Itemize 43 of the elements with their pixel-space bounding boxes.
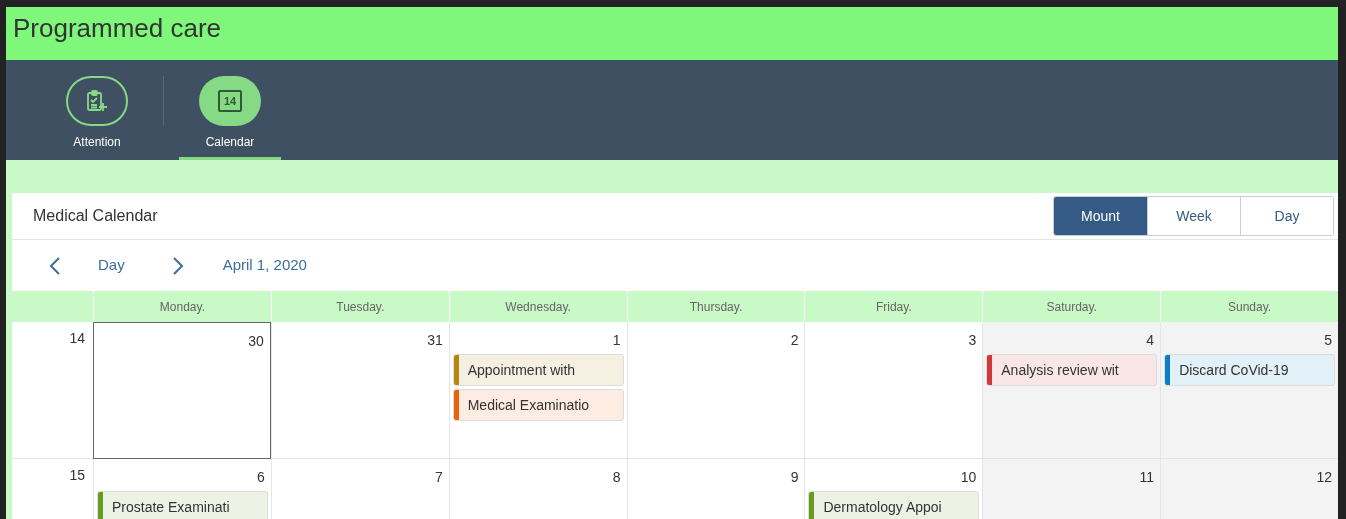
day-number: 5 <box>1324 331 1333 350</box>
day-cell[interactable]: 11 <box>982 459 1161 519</box>
weekday-header: Sunday. <box>1160 291 1338 322</box>
date-link[interactable]: April 1, 2020 <box>222 254 307 277</box>
day-number: 6 <box>257 468 266 487</box>
day-number: 8 <box>612 468 622 487</box>
day-number: 1 <box>612 331 622 350</box>
day-number: 12 <box>1316 468 1333 487</box>
day-cell[interactable]: 5 Discard CoVid-19 <box>1160 322 1338 459</box>
day-cell[interactable]: 1 Appointment with Medical Examinatio <box>448 322 627 459</box>
app-title: Programmed care <box>13 12 222 45</box>
day-number: 11 <box>1139 468 1156 487</box>
weekday-header: Saturday. <box>982 291 1161 322</box>
next-icon[interactable] <box>170 256 185 275</box>
day-cell[interactable]: 12 <box>1160 459 1338 519</box>
day-number: 9 <box>790 468 800 487</box>
day-number: 2 <box>790 331 800 350</box>
weekday-header: Wednesday. <box>448 291 627 322</box>
nav-tab[interactable]: 14 Calendar <box>179 76 281 160</box>
weekday-header: Thursday. <box>626 291 805 322</box>
day-number: 7 <box>434 468 444 487</box>
view-mode-link[interactable]: Day <box>98 254 125 277</box>
previous-icon[interactable] <box>48 256 62 275</box>
calendar-icon: 14 <box>218 90 242 112</box>
nav-tab[interactable]: Attention <box>46 76 148 160</box>
day-number: 30 <box>248 332 265 351</box>
day-cell[interactable]: 4 Analysis review wit <box>982 322 1161 459</box>
day-cell[interactable]: 2 <box>626 322 805 459</box>
weekday-header: Tuesday. <box>270 291 449 322</box>
view-button[interactable]: Day <box>1240 197 1333 235</box>
weekday-header: Monday. <box>93 291 271 322</box>
day-number: 10 <box>960 468 978 487</box>
day-number: 4 <box>1146 331 1156 350</box>
day-number: 3 <box>968 331 978 350</box>
view-button[interactable]: Mount <box>1054 197 1147 235</box>
day-cell[interactable]: 31 <box>270 322 449 459</box>
day-cell[interactable]: 6 Prostate Examinati <box>93 459 271 519</box>
clipboard-plus-icon <box>84 88 110 114</box>
day-cell[interactable]: 3 <box>804 322 983 459</box>
day-cell[interactable]: 30 <box>93 322 271 459</box>
day-number: 31 <box>427 331 444 350</box>
weekday-header: Friday. <box>804 291 983 322</box>
card-title: Medical Calendar <box>33 206 158 226</box>
